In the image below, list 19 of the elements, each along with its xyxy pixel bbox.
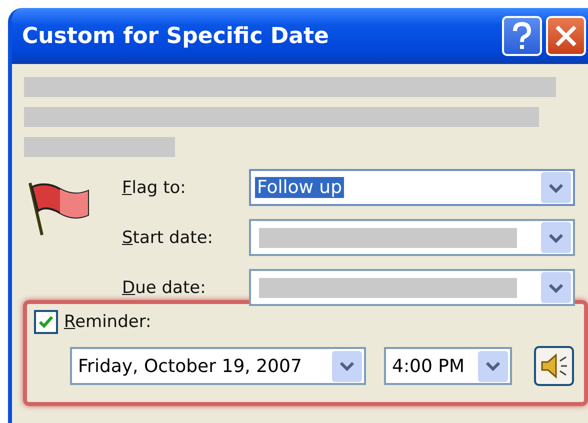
field-value: Follow up: [255, 177, 344, 198]
date-dropdown[interactable]: Friday, October 19, 2007: [70, 347, 366, 385]
dropdown-field[interactable]: [249, 219, 575, 256]
field-label: Start date:: [122, 228, 214, 248]
field-label: Due date:: [122, 278, 207, 298]
time-dropdown[interactable]: 4:00 PM: [384, 347, 512, 385]
help-button[interactable]: [502, 16, 542, 56]
close-button[interactable]: [546, 16, 586, 56]
sound-button[interactable]: [534, 346, 574, 386]
dropdown-field[interactable]: [249, 269, 575, 306]
field-label: Flag to:: [122, 178, 187, 198]
close-icon[interactable]: [554, 24, 578, 48]
checkmark-icon: [38, 315, 54, 329]
time-value: 4:00 PM: [391, 356, 466, 376]
reminder-checkbox[interactable]: [34, 310, 58, 334]
checkbox-label: Reminder:: [64, 312, 152, 332]
date-value: Friday, October 19, 2007: [77, 356, 303, 376]
dropdown-field[interactable]: Follow up: [249, 169, 575, 206]
window-title: Custom for Specific Date: [22, 24, 330, 48]
